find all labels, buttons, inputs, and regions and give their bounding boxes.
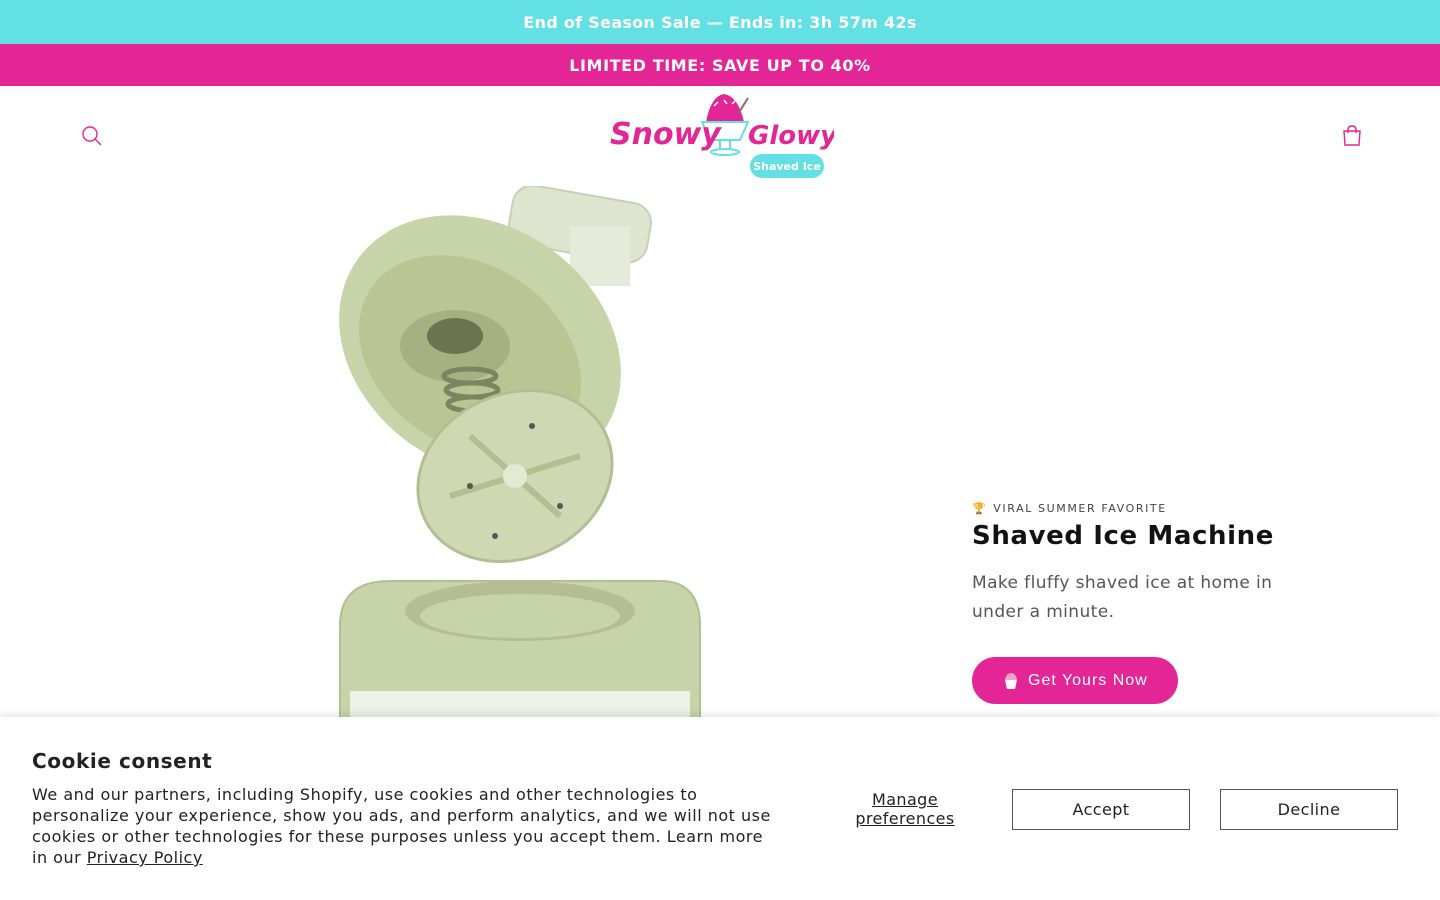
countdown-text: End of Season Sale — Ends in: 3h 57m 42s [523,12,917,32]
product-badge: 🏆 VIRAL SUMMER FAVORITE [972,502,1302,515]
product-description: Make fluffy shaved ice at home in under … [972,573,1273,622]
manage-preferences-link[interactable]: Manage preferences [830,790,980,828]
search-icon [82,126,102,146]
countdown-bar: End of Season Sale — Ends in: 3h 57m 42s [0,0,1440,44]
cta-label: Get Yours Now [1028,671,1148,689]
badge-text: VIRAL SUMMER FAVORITE [993,502,1167,515]
privacy-policy-link[interactable]: Privacy Policy [87,848,203,867]
logo-graphic: Snowy Glowy Shaved Ice [610,94,838,178]
promo-text: LIMITED TIME: SAVE UP TO 40% [569,55,871,75]
cart-button[interactable] [1334,118,1370,154]
cookie-consent-banner: Cookie consent We and our partners, incl… [0,717,1440,900]
cart-icon [1343,125,1361,146]
site-header: Snowy Glowy Shaved Ice [0,86,1440,186]
shaved-ice-icon [1005,672,1017,689]
logo-wordmark-left: Snowy [610,117,722,152]
store-logo[interactable]: Snowy Glowy Shaved Ice [606,92,838,182]
search-button[interactable] [74,118,110,154]
trophy-icon: 🏆 [972,502,988,515]
accept-button[interactable]: Accept [1012,789,1190,830]
product-info: 🏆 VIRAL SUMMER FAVORITE Shaved Ice Machi… [972,502,1302,704]
shaved-ice-machine-image [339,184,701,727]
product-title: Shaved Ice Machine [972,521,1274,551]
logo-wordmark-right: Glowy [748,121,834,151]
get-yours-now-button[interactable]: Get Yours Now [972,657,1178,704]
decline-button[interactable]: Decline [1220,789,1398,830]
cookie-description: We and our partners, including Shopify, … [32,784,772,868]
product-image [270,184,730,727]
cookie-title: Cookie consent [32,749,213,773]
logo-tagline: Shaved Ice [753,160,821,173]
promo-bar: LIMITED TIME: SAVE UP TO 40% [0,44,1440,86]
